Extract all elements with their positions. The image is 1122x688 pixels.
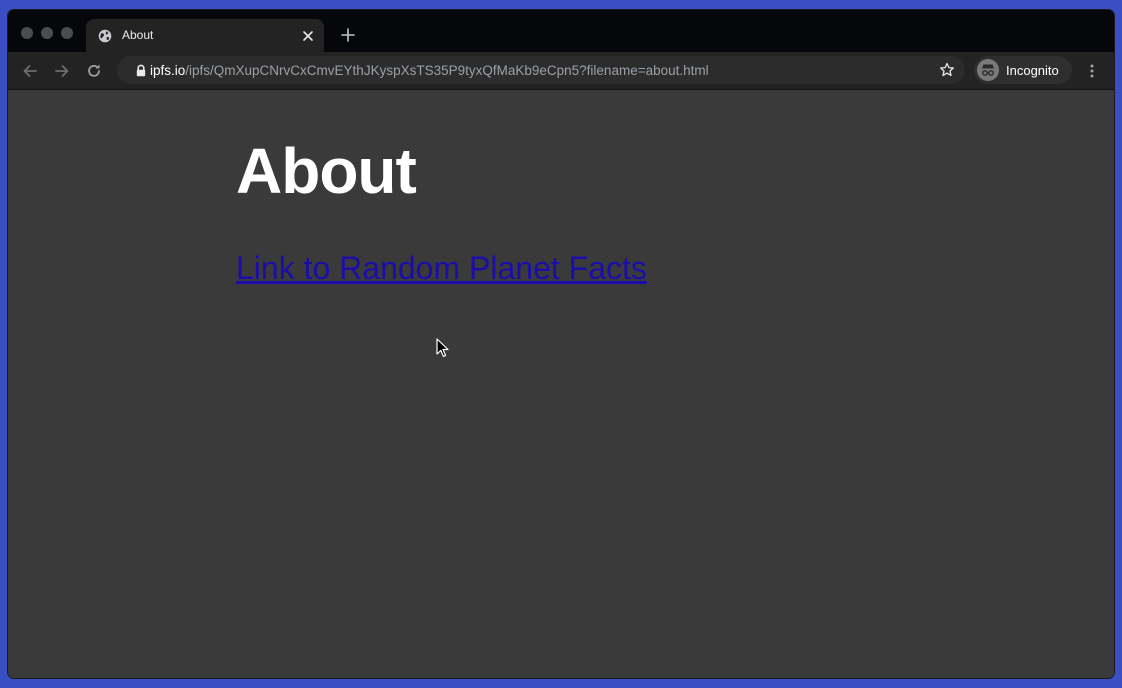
browser-window: About ipfs.io/ipfs/QmXupCNrvCxCmvEYthJKy… [8,10,1114,678]
back-arrow-icon[interactable] [21,62,39,80]
star-icon[interactable] [939,62,955,78]
address-bar[interactable]: ipfs.io/ipfs/QmXupCNrvCxCmvEYthJKyspXsTS… [117,56,965,84]
tab-title: About [122,28,154,42]
window-close-dot[interactable] [21,27,33,39]
close-icon[interactable] [300,28,316,44]
incognito-icon [977,59,999,81]
profile-label: Incognito [1006,63,1059,78]
plus-icon[interactable] [340,27,356,43]
kebab-menu-icon[interactable] [1086,63,1098,79]
browser-toolbar: ipfs.io/ipfs/QmXupCNrvCxCmvEYthJKyspXsTS… [8,52,1114,90]
window-zoom-dot[interactable] [61,27,73,39]
random-planet-facts-link[interactable]: Link to Random Planet Facts [236,250,647,287]
globe-icon [98,29,112,43]
url-path: /ipfs/QmXupCNrvCxCmvEYthJKyspXsTS35P9tyx… [185,63,709,78]
url-text[interactable]: ipfs.io/ipfs/QmXupCNrvCxCmvEYthJKyspXsTS… [150,63,709,78]
page-title: About [236,135,417,207]
window-minimize-dot[interactable] [41,27,53,39]
tab-strip: About [8,10,1114,52]
url-host: ipfs.io [150,63,186,78]
lock-icon[interactable] [135,64,147,77]
reload-icon[interactable] [85,62,103,80]
tab-about[interactable]: About [86,19,324,52]
incognito-profile-button[interactable]: Incognito [974,56,1072,84]
page-content: About Link to Random Planet Facts [8,90,1114,678]
forward-arrow-icon[interactable] [53,62,71,80]
mouse-cursor-icon [436,338,449,357]
